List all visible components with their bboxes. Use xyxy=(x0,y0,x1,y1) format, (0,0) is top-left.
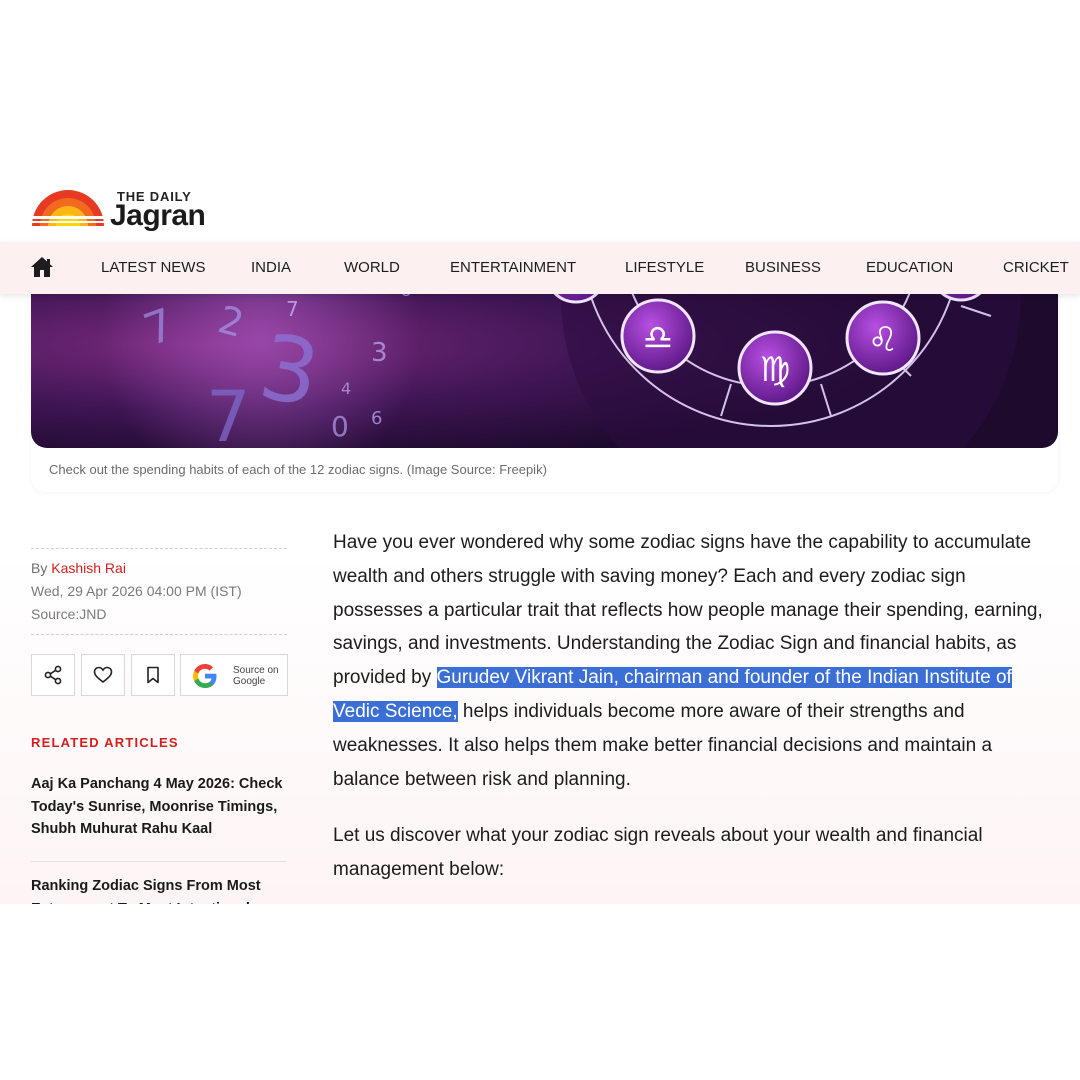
google-source-label: Source on Google xyxy=(233,665,279,687)
logo-name: Jagran xyxy=(110,199,206,232)
related-divider xyxy=(31,861,287,862)
main-navbar: LATEST NEWS INDIA WORLD ENTERTAINMENT LI… xyxy=(0,242,1080,294)
svg-text:6: 6 xyxy=(371,408,382,429)
author-link[interactable]: Kashish Rai xyxy=(51,560,126,576)
share-button[interactable] xyxy=(31,654,75,696)
image-caption: Check out the spending habits of each of… xyxy=(49,462,547,477)
svg-text:4: 4 xyxy=(341,379,351,398)
meta-divider-top xyxy=(31,548,287,549)
zodiac-illustration: 7 2 3 7 3 7 0 6 4 8 xyxy=(31,276,1058,448)
google-icon xyxy=(193,664,217,688)
nav-latest-news[interactable]: LATEST NEWS xyxy=(101,242,205,294)
svg-text:0: 0 xyxy=(331,410,349,443)
google-line-2: Google xyxy=(233,676,266,687)
site-logo[interactable]: THE DAILY Jagran xyxy=(30,188,230,234)
related-articles-heading: RELATED ARTICLES xyxy=(31,735,179,750)
hero-image: 7 2 3 7 3 7 0 6 4 8 xyxy=(31,276,1058,448)
meta-divider-bottom xyxy=(31,634,287,635)
google-line-1: Source on xyxy=(233,665,279,676)
nav-india[interactable]: INDIA xyxy=(251,242,291,294)
article-source: Source:JND xyxy=(31,606,107,622)
bookmark-button[interactable] xyxy=(131,654,175,696)
related-article-link[interactable]: Aaj Ka Panchang 4 May 2026: Check Today'… xyxy=(31,773,289,841)
nav-education[interactable]: EDUCATION xyxy=(866,242,953,294)
byline-prefix: By xyxy=(31,560,48,576)
svg-text:7: 7 xyxy=(286,297,299,321)
paragraph-text: Have you ever wondered why some zodiac s… xyxy=(333,532,1043,689)
nav-lifestyle[interactable]: LIFESTYLE xyxy=(625,242,704,294)
nav-entertainment[interactable]: ENTERTAINMENT xyxy=(450,242,576,294)
related-article-link[interactable]: Ranking Zodiac Signs From Most Extravaga… xyxy=(31,875,289,904)
like-button[interactable] xyxy=(81,654,125,696)
share-icon xyxy=(44,665,62,685)
page-viewport: THE DAILY Jagran LATEST NEWS INDIA WORLD… xyxy=(0,176,1080,904)
svg-text:7: 7 xyxy=(206,376,251,448)
svg-text:3: 3 xyxy=(371,338,388,368)
article-paragraph-1[interactable]: Have you ever wondered why some zodiac s… xyxy=(333,526,1057,796)
hero-card: 7 2 3 7 3 7 0 6 4 8 xyxy=(31,276,1058,492)
nav-world[interactable]: WORLD xyxy=(344,242,400,294)
sunrise-logo-icon xyxy=(30,190,106,226)
byline: By Kashish Rai xyxy=(31,560,126,576)
nav-business[interactable]: BUSINESS xyxy=(745,242,821,294)
nav-cricket[interactable]: CRICKET xyxy=(1003,242,1069,294)
article-paragraph-2[interactable]: Let us discover what your zodiac sign re… xyxy=(333,819,1057,887)
svg-text:♍: ♍ xyxy=(760,350,790,390)
heart-icon xyxy=(93,666,113,684)
svg-text:♎: ♎ xyxy=(643,318,673,358)
google-source-button[interactable]: Source on Google xyxy=(180,654,288,696)
svg-text:♌: ♌ xyxy=(868,320,898,360)
home-icon[interactable] xyxy=(30,256,54,278)
publish-date: Wed, 29 Apr 2026 04:00 PM (IST) xyxy=(31,583,242,599)
bookmark-icon xyxy=(147,666,159,684)
